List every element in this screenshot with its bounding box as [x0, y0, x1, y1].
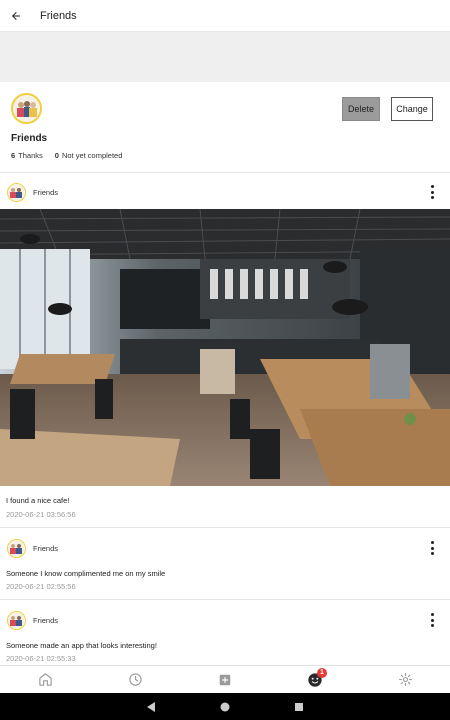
profile-name: Friends [11, 133, 48, 144]
divider [0, 527, 450, 528]
post-photo [0, 209, 450, 486]
profile-card: Friends 6 Thanks 0 Not yet completed Delet… [0, 82, 450, 173]
home-icon [38, 673, 52, 686]
post-timestamp: 2020-06-21 02:55:56 [6, 582, 76, 591]
delete-button[interactable]: Delete [342, 97, 380, 121]
settings-icon [398, 673, 412, 686]
more-options-icon[interactable] [429, 185, 435, 199]
square-recents-icon [295, 702, 303, 711]
banner-area [0, 32, 450, 82]
stat-thanks: 6 Thanks [11, 151, 43, 160]
system-navigation-bar [0, 693, 450, 720]
nav-add[interactable] [180, 666, 270, 693]
back-button[interactable] [1, 0, 31, 32]
post-text: Someone I know complimented me on my smi… [6, 569, 166, 578]
history-icon [128, 673, 142, 686]
add-box-icon [219, 674, 231, 685]
triangle-back-icon [147, 701, 155, 712]
post-header: Friends [0, 530, 450, 566]
divider [0, 599, 450, 600]
avatar[interactable] [7, 182, 26, 202]
circle-home-icon [220, 702, 230, 711]
arrow-back-icon [12, 11, 20, 20]
post-author: Friends [33, 543, 59, 553]
nav-history[interactable] [90, 666, 180, 693]
post-timestamp: 2020-06-21 03:56:56 [6, 510, 76, 519]
change-button[interactable]: Change [391, 97, 433, 121]
post-author: Friends [33, 187, 59, 197]
avatar[interactable] [11, 93, 42, 124]
stat-not-completed: 0 Not yet completed [54, 151, 123, 160]
post-header: Friends [0, 174, 450, 210]
page-title: Friends [40, 9, 77, 22]
post-author: Friends [33, 615, 59, 625]
bottom-navigation: 1 [0, 665, 450, 693]
nav-settings[interactable] [360, 666, 450, 693]
nav-home[interactable] [0, 666, 90, 693]
post-header: Friends [0, 602, 450, 638]
avatar[interactable] [7, 538, 26, 558]
profile-stats: 6 Thanks 0 Not yet completed [11, 151, 122, 160]
system-home-button[interactable] [218, 700, 232, 714]
post-timestamp: 2020-06-21 02:55:33 [6, 654, 76, 663]
system-recents-button[interactable] [292, 700, 306, 714]
notification-badge: 1 [317, 668, 327, 678]
more-options-icon[interactable] [429, 613, 435, 627]
post-text: I found a nice cafe! [6, 496, 70, 505]
app-bar: Friends [0, 0, 450, 32]
system-back-button[interactable] [144, 700, 158, 714]
more-options-icon[interactable] [429, 541, 435, 555]
nav-notifications[interactable]: 1 [270, 666, 360, 693]
avatar[interactable] [7, 610, 26, 630]
post-text: Someone made an app that looks interesti… [6, 641, 157, 650]
